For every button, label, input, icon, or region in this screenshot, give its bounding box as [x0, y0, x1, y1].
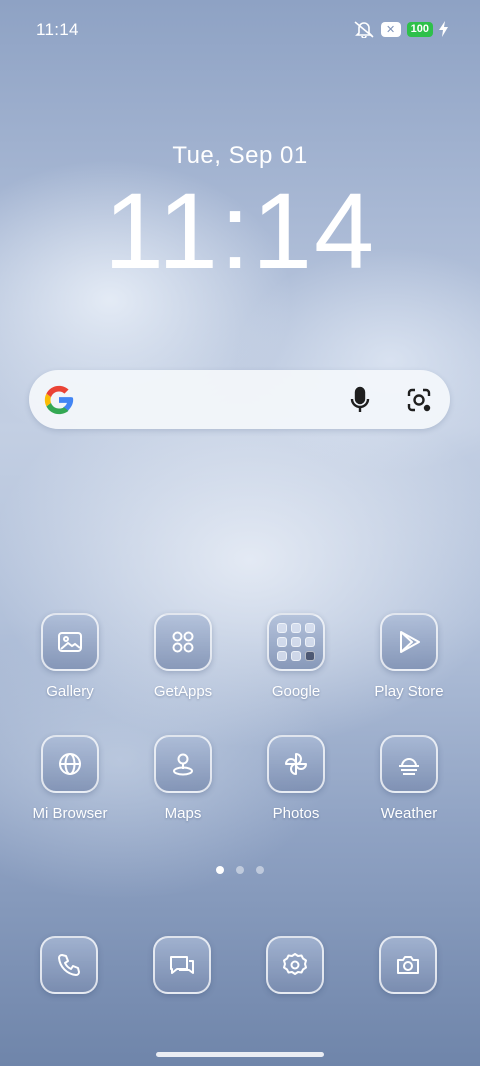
app-weather[interactable]: Weather: [359, 735, 459, 822]
camera-icon[interactable]: [379, 936, 437, 994]
status-icons: ✕ 100: [353, 20, 448, 38]
app-label: Weather: [380, 805, 438, 822]
folder-preview: [277, 623, 315, 661]
app-label: Photos: [272, 805, 320, 822]
dock-camera[interactable]: [379, 936, 437, 994]
page-dot[interactable]: [236, 866, 244, 874]
dock-messages[interactable]: [153, 936, 211, 994]
dock-settings[interactable]: [266, 936, 324, 994]
home-indicator[interactable]: [156, 1052, 324, 1057]
pinwheel-icon[interactable]: [267, 735, 325, 793]
battery-icon: 100: [406, 21, 433, 37]
app-label: GetApps: [153, 683, 213, 700]
google-folder-icon[interactable]: [267, 613, 325, 671]
app-mi-browser[interactable]: Mi Browser: [20, 735, 120, 822]
app-getapps[interactable]: GetApps: [133, 613, 233, 700]
google-lens-icon[interactable]: [405, 386, 433, 419]
app-label: Gallery: [46, 683, 94, 700]
google-logo-icon: [42, 383, 76, 422]
dock-phone[interactable]: [40, 936, 98, 994]
page-dot[interactable]: [256, 866, 264, 874]
app-label: Google: [271, 683, 321, 700]
phone-icon[interactable]: [40, 936, 98, 994]
settings-gear-icon[interactable]: [266, 936, 324, 994]
play-store-icon[interactable]: [380, 613, 438, 671]
google-search-bar[interactable]: [29, 370, 450, 429]
messages-icon[interactable]: [153, 936, 211, 994]
app-photos[interactable]: Photos: [246, 735, 346, 822]
app-maps[interactable]: Maps: [133, 735, 233, 822]
gallery-icon[interactable]: [41, 613, 99, 671]
weather-icon[interactable]: [380, 735, 438, 793]
notification-badge: ✕: [380, 21, 401, 37]
page-indicator[interactable]: [0, 866, 480, 874]
microphone-icon[interactable]: [347, 386, 373, 419]
app-label: Maps: [164, 805, 202, 822]
status-time: 11:14: [36, 20, 79, 39]
globe-icon[interactable]: [41, 735, 99, 793]
app-label: Play Store: [374, 683, 444, 700]
mute-icon: [353, 20, 375, 38]
clock-time[interactable]: 11:14: [0, 166, 480, 296]
map-pin-icon[interactable]: [154, 735, 212, 793]
getapps-icon[interactable]: [154, 613, 212, 671]
charging-icon: [439, 21, 448, 37]
page-dot-active[interactable]: [216, 866, 224, 874]
status-bar: 11:14 ✕ 100: [0, 0, 480, 62]
app-label: Mi Browser: [32, 805, 108, 822]
app-gallery[interactable]: Gallery: [20, 613, 120, 700]
app-play-store[interactable]: Play Store: [359, 613, 459, 700]
app-google-folder[interactable]: Google: [246, 613, 346, 700]
